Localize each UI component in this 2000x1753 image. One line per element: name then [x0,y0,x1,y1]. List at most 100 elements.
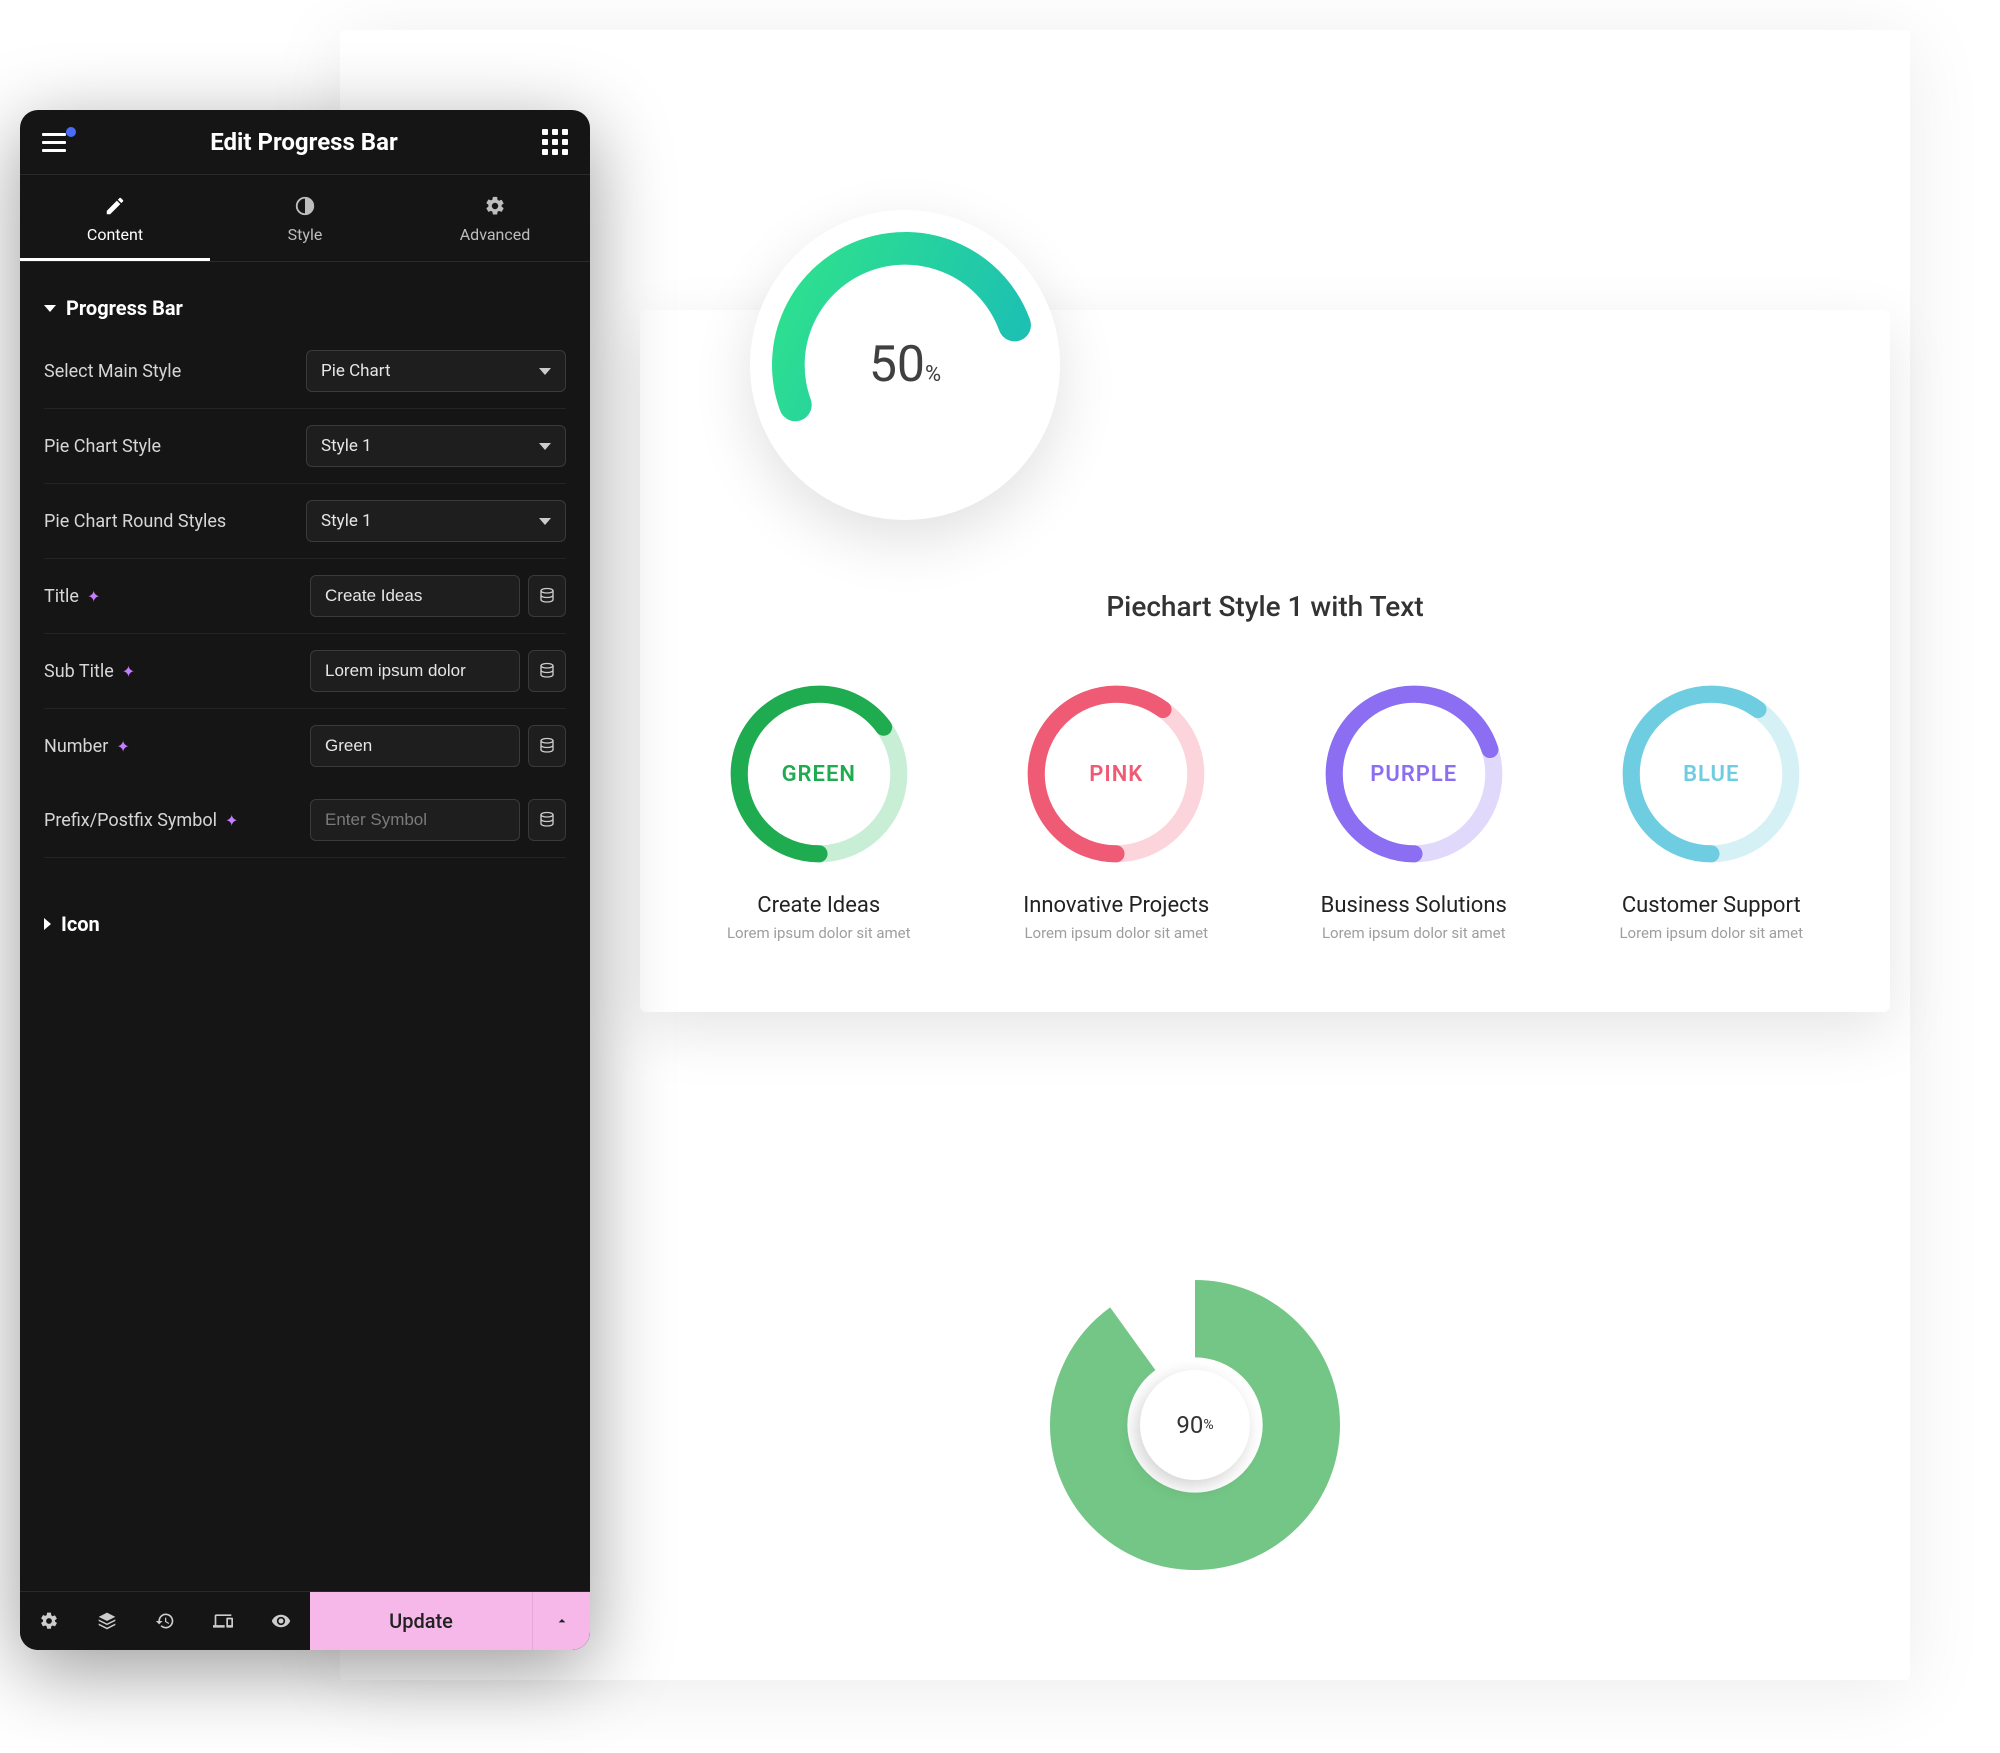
history-icon [155,1611,175,1631]
select-main-style-value: Pie Chart [321,361,391,381]
apps-grid-icon[interactable] [542,129,568,155]
gear-icon [39,1611,59,1631]
section-icon[interactable]: Icon [44,898,566,950]
ring-title: Create Ideas [680,893,958,918]
devices-icon [213,1611,233,1631]
sparkle-icon: ✦ [87,587,100,606]
row-main-style: Select Main Style Pie Chart [44,334,566,409]
label-round-styles: Pie Chart Round Styles [44,511,296,532]
responsive-button[interactable] [194,1592,252,1650]
chevron-down-icon [539,368,551,375]
tab-advanced[interactable]: Advanced [400,175,590,261]
tab-content-label: Content [87,225,143,244]
row-pie-style: Pie Chart Style Style 1 [44,409,566,484]
tab-advanced-label: Advanced [460,225,531,244]
sparkle-icon: ✦ [122,662,135,681]
select-pie-style[interactable]: Style 1 [306,425,566,467]
ring-subtitle: Lorem ipsum dolor sit amet [978,924,1256,942]
donut-suffix: % [1203,1417,1213,1433]
database-icon [538,811,556,829]
label-subtitle: Sub Title✦ [44,661,300,682]
big-progress-ring: 50% [750,210,1060,520]
tab-style-label: Style [288,225,323,244]
label-symbol: Prefix/Postfix Symbol✦ [44,810,300,831]
ring-item: PINK Innovative Projects Lorem ipsum dol… [978,679,1256,942]
chevron-down-icon [44,305,56,312]
select-round-styles[interactable]: Style 1 [306,500,566,542]
ring-title: Customer Support [1573,893,1851,918]
ring-row: GREEN Create Ideas Lorem ipsum dolor sit… [680,679,1850,942]
preview-button[interactable] [252,1592,310,1650]
ring-center-label: PINK [1021,679,1211,869]
section-progress-label: Progress Bar [66,296,183,320]
history-button[interactable] [136,1592,194,1650]
update-label: Update [389,1609,453,1633]
menu-icon[interactable] [42,133,66,152]
section-icon-label: Icon [61,912,100,936]
label-title: Title✦ [44,586,300,607]
editor-header: Edit Progress Bar [20,110,590,175]
ring-center-label: BLUE [1616,679,1806,869]
chevron-up-icon [554,1613,570,1629]
donut-chart: 90% [1050,1280,1340,1570]
database-icon [538,662,556,680]
ring-center-label: PURPLE [1319,679,1509,869]
ring-center-label: GREEN [724,679,914,869]
ring-subtitle: Lorem ipsum dolor sit amet [1275,924,1553,942]
database-icon [538,737,556,755]
pencil-icon [104,195,126,217]
row-subtitle: Sub Title✦ [44,634,566,709]
select-round-styles-value: Style 1 [321,511,372,531]
select-pie-style-value: Style 1 [321,436,372,456]
input-symbol[interactable] [310,799,520,841]
row-title: Title✦ [44,559,566,634]
input-title[interactable] [310,575,520,617]
update-options-button[interactable] [532,1592,590,1650]
section-progress-bar[interactable]: Progress Bar [44,282,566,334]
chevron-down-icon [539,443,551,450]
ring-item: BLUE Customer Support Lorem ipsum dolor … [1573,679,1851,942]
row-symbol: Prefix/Postfix Symbol✦ [44,783,566,858]
ring-title: Business Solutions [1275,893,1553,918]
label-pie-style: Pie Chart Style [44,436,296,457]
input-number[interactable] [310,725,520,767]
dynamic-tag-button[interactable] [528,575,566,617]
row-number: Number✦ [44,709,566,783]
tab-content[interactable]: Content [20,175,210,261]
ring-item: PURPLE Business Solutions Lorem ipsum do… [1275,679,1553,942]
sparkle-icon: ✦ [116,737,129,756]
chevron-down-icon [539,518,551,525]
ring-item: GREEN Create Ideas Lorem ipsum dolor sit… [680,679,958,942]
update-button[interactable]: Update [310,1592,532,1650]
label-main-style: Select Main Style [44,361,296,382]
select-main-style[interactable]: Pie Chart [306,350,566,392]
gear-icon [484,195,506,217]
ring-wrap: PURPLE [1319,679,1509,869]
ring-wrap: GREEN [724,679,914,869]
tab-style[interactable]: Style [210,175,400,261]
label-number: Number✦ [44,736,300,757]
settings-button[interactable] [20,1592,78,1650]
ring-subtitle: Lorem ipsum dolor sit amet [680,924,958,942]
big-ring-value: 50 [869,336,925,394]
big-ring-suffix: % [925,362,941,387]
panel-body: Progress Bar Select Main Style Pie Chart… [20,262,590,1591]
database-icon [538,587,556,605]
dynamic-tag-button[interactable] [528,725,566,767]
sparkle-icon: ✦ [225,811,238,830]
eye-icon [271,1611,291,1631]
row-round-styles: Pie Chart Round Styles Style 1 [44,484,566,559]
editor-footer: Update [20,1591,590,1650]
ring-subtitle: Lorem ipsum dolor sit amet [1573,924,1851,942]
big-ring-label: 50% [869,336,941,394]
layers-icon [97,1611,117,1631]
donut-value: 90 [1176,1411,1203,1439]
dynamic-tag-button[interactable] [528,650,566,692]
ring-wrap: BLUE [1616,679,1806,869]
editor-title: Edit Progress Bar [210,128,397,156]
input-subtitle[interactable] [310,650,520,692]
editor-tabs: Content Style Advanced [20,175,590,262]
ring-title: Innovative Projects [978,893,1256,918]
dynamic-tag-button[interactable] [528,799,566,841]
navigator-button[interactable] [78,1592,136,1650]
